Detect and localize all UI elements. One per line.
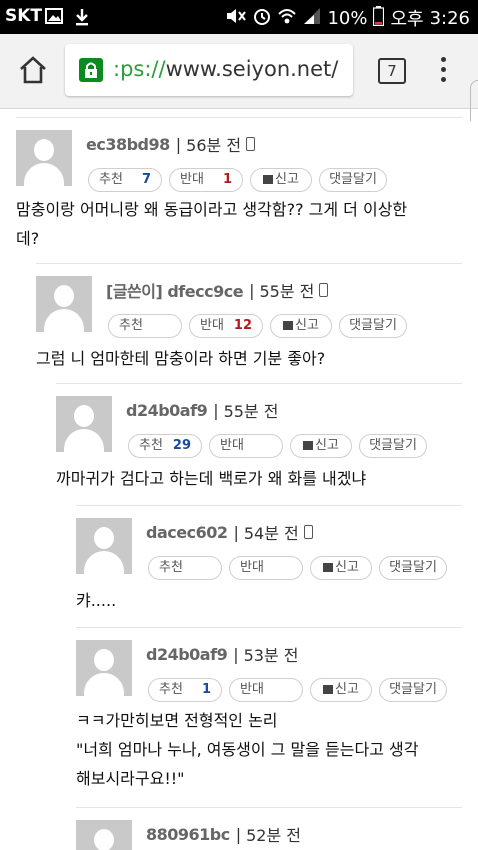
flag-icon [263, 175, 274, 184]
comment-text: 캬..... [76, 591, 117, 610]
avatar [36, 276, 92, 332]
upvote-button[interactable]: 추천 [108, 314, 182, 338]
upvote-count: 1 [201, 682, 211, 697]
url-bar[interactable]: :ps://www.seiyon.net/ [65, 44, 353, 96]
reply-button[interactable]: 댓글달기 [379, 556, 447, 580]
lock-icon [79, 58, 103, 82]
comment-list: ec38bd98 | 56분 전 추천 7 반대 1 신고 댓글달기 맘충이랑 어머니랑… [0, 109, 478, 850]
mobile-icon [246, 137, 256, 151]
author-name[interactable]: [글쓴이] dfecc9ce [106, 278, 244, 302]
avatar [76, 518, 132, 574]
avatar [76, 640, 132, 696]
url-scheme: :ps:// [113, 57, 166, 81]
comment-meta: ec38bd98 | 56분 전 [86, 132, 256, 156]
comment-actions: 추천 7 반대 1 신고 댓글달기 [88, 168, 387, 192]
report-button[interactable]: 신고 [310, 556, 372, 580]
carrier-label: SKT [5, 6, 43, 26]
upvote-count: 7 [141, 172, 151, 187]
comment-item: d24b0af9 | 53분 전 추천 1 반대 신고 댓글달기 ㅋㅋ가만히보면 전형… [76, 627, 462, 808]
flag-icon [303, 441, 314, 450]
battery-icon [373, 5, 385, 31]
wifi-icon [277, 7, 297, 30]
report-button[interactable]: 신고 [250, 168, 312, 192]
download-icon [74, 8, 90, 30]
status-bar: SKT 10% 오후 3:26 [0, 0, 478, 34]
comment-text: 맘충이랑 어머니랑 왜 동급이라고 생각함?? 그게 더 이상한 데? [16, 200, 408, 248]
comment-actions: 추천 1 반대 신고 댓글달기 [148, 678, 447, 702]
comment-item: d24b0af9 | 55분 전 추천 29 반대 신고 댓글달기 까마귀가 검다고 … [56, 383, 462, 504]
gallery-notification-icon [45, 8, 63, 28]
battery-level: 10% [327, 7, 368, 29]
reply-button[interactable]: 댓글달기 [339, 314, 407, 338]
upvote-count: 29 [172, 438, 191, 453]
avatar [16, 130, 72, 186]
comment-text: ㅋㅋ가만히보면 전형적인 논리 "너희 엄마나 누나, 여동생이 그 말을 듣는… [76, 711, 419, 788]
url-text: :ps://www.seiyon.net/ [113, 57, 338, 81]
comment-item: ec38bd98 | 56분 전 추천 7 반대 1 신고 댓글달기 맘충이랑 어머니랑… [16, 117, 462, 264]
ampm-label: 오후 [390, 9, 424, 30]
home-icon[interactable] [18, 56, 48, 88]
signal-icon [303, 7, 321, 30]
reply-button[interactable]: 댓글달기 [319, 168, 387, 192]
flag-icon [283, 321, 294, 330]
comment-item: [글쓴이] dfecc9ce | 55분 전 추천 반대 12 신고 댓글달기 그럼 … [36, 263, 462, 384]
tab-switcher-button[interactable]: 7 [378, 58, 406, 84]
upvote-button[interactable]: 추천 1 [148, 678, 222, 702]
comment-actions: 추천 29 반대 신고 댓글달기 [128, 434, 427, 458]
url-host: www.seiyon.net/ [165, 57, 339, 81]
comment-text: 그럼 니 엄마한테 맘충이라 하면 기분 좋아? [36, 349, 326, 368]
comment-meta: dacec602 | 54분 전 [146, 520, 313, 544]
comment-time: 55분 전 [223, 402, 279, 421]
comment-time: 54분 전 [243, 524, 299, 543]
comment-time: 53분 전 [243, 646, 299, 665]
report-button[interactable]: 신고 [270, 314, 332, 338]
clock-time: 3:26 [429, 7, 470, 29]
flag-icon [323, 563, 334, 572]
upvote-button[interactable]: 추천 29 [128, 434, 202, 458]
downvote-button[interactable]: 반대 [229, 678, 303, 702]
comment-meta: d24b0af9 | 55분 전 [126, 398, 278, 422]
upvote-button[interactable]: 추천 [148, 556, 222, 580]
report-button[interactable]: 신고 [290, 434, 352, 458]
downvote-button[interactable]: 반대 1 [169, 168, 243, 192]
comment-actions: 추천 반대 12 신고 댓글달기 [108, 314, 407, 338]
mute-icon [225, 7, 247, 30]
comment-time: 52분 전 [246, 826, 302, 845]
overflow-menu-icon[interactable] [441, 57, 447, 87]
alarm-icon [253, 7, 271, 30]
comment-item: 880961bc | 52분 전 [76, 807, 462, 850]
reply-button[interactable]: 댓글달기 [379, 678, 447, 702]
mobile-icon [303, 525, 313, 539]
reply-button[interactable]: 댓글달기 [359, 434, 427, 458]
comment-meta: 880961bc | 52분 전 [146, 822, 301, 846]
comment-time: 56분 전 [186, 136, 242, 155]
downvote-count: 12 [233, 318, 252, 333]
downvote-button[interactable]: 반대 12 [189, 314, 263, 338]
author-name[interactable]: 880961bc [146, 825, 230, 844]
author-name[interactable]: dacec602 [146, 523, 228, 542]
comment-meta: d24b0af9 | 53분 전 [146, 642, 298, 666]
upvote-button[interactable]: 추천 7 [88, 168, 162, 192]
downvote-button[interactable]: 반대 [209, 434, 283, 458]
downvote-button[interactable]: 반대 [229, 556, 303, 580]
browser-toolbar: :ps://www.seiyon.net/ 7 [0, 34, 478, 109]
comment-item: dacec602 | 54분 전 추천 반대 신고 댓글달기 캬..... [76, 505, 462, 628]
downvote-count: 1 [222, 172, 232, 187]
author-name[interactable]: ec38bd98 [86, 135, 170, 154]
avatar [56, 396, 112, 452]
author-name[interactable]: d24b0af9 [126, 401, 208, 420]
author-name[interactable]: d24b0af9 [146, 645, 228, 664]
comment-actions: 추천 반대 신고 댓글달기 [148, 556, 447, 580]
report-button[interactable]: 신고 [310, 678, 372, 702]
comment-meta: [글쓴이] dfecc9ce | 55분 전 [106, 278, 329, 302]
comment-text: 까마귀가 검다고 하는데 백로가 왜 화를 내겠냐 [56, 469, 367, 488]
mobile-icon [319, 283, 329, 297]
comment-time: 55분 전 [259, 282, 315, 301]
avatar [76, 820, 132, 850]
flag-icon [323, 685, 334, 694]
